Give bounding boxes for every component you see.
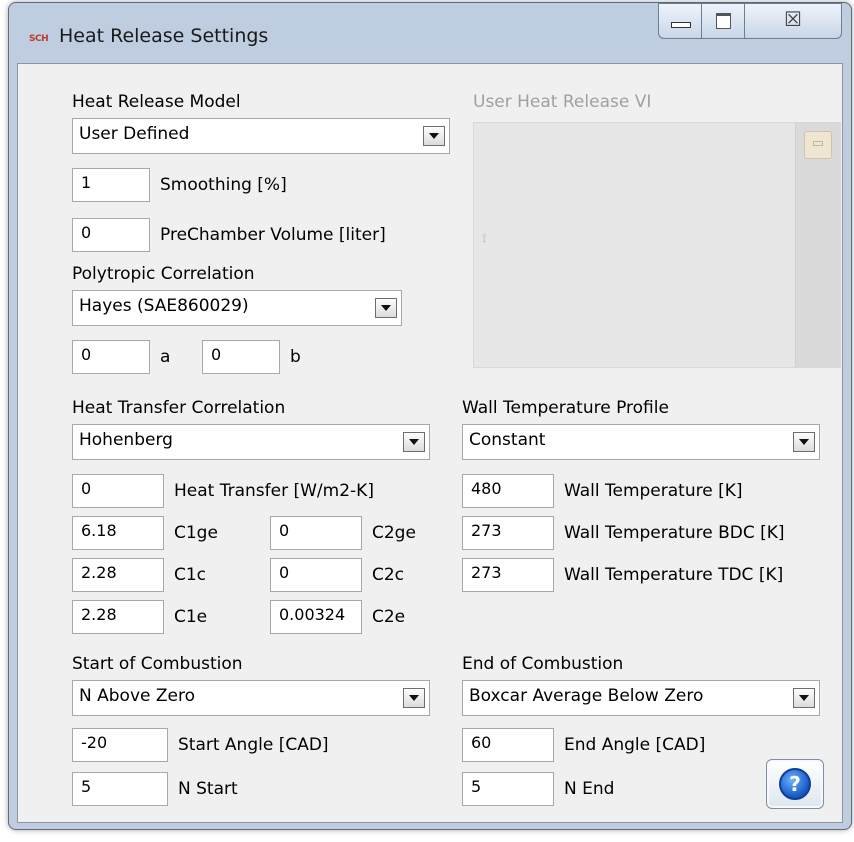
- start-of-combustion-select[interactable]: N Above Zero: [72, 680, 430, 716]
- help-icon: ?: [779, 768, 811, 800]
- chevron-down-icon[interactable]: [423, 126, 445, 146]
- start-of-combustion-value: N Above Zero: [79, 686, 195, 706]
- wall-temperature-profile-select[interactable]: Constant: [462, 424, 820, 460]
- close-button[interactable]: ☒: [745, 3, 842, 39]
- start-angle-input[interactable]: -20: [72, 728, 168, 762]
- start-angle-label: Start Angle [CAD]: [178, 735, 329, 755]
- c1c-input[interactable]: 2.28: [72, 558, 164, 592]
- maximize-button[interactable]: [702, 3, 745, 39]
- heat-release-model-value: User Defined: [79, 124, 190, 144]
- smoothing-label: Smoothing [%]: [160, 175, 287, 195]
- close-icon: ☒: [784, 7, 802, 31]
- polytropic-a-label: a: [160, 347, 171, 367]
- wall-temperature-input[interactable]: 480: [462, 474, 554, 508]
- polytropic-correlation-label: Polytropic Correlation: [72, 264, 255, 284]
- wall-temperature-label: Wall Temperature [K]: [564, 481, 743, 501]
- chevron-down-icon[interactable]: [793, 688, 815, 708]
- n-start-input[interactable]: 5: [72, 772, 168, 806]
- wall-temperature-tdc-label: Wall Temperature TDC [K]: [564, 565, 784, 585]
- chevron-down-icon[interactable]: [403, 688, 425, 708]
- polytropic-b-input[interactable]: 0: [202, 340, 280, 374]
- chevron-down-icon[interactable]: [793, 432, 815, 452]
- app-icon: SCH: [29, 34, 49, 44]
- heat-release-model-label: Heat Release Model: [72, 92, 241, 112]
- chevron-down-icon[interactable]: [375, 298, 397, 318]
- wall-temperature-bdc-input[interactable]: 273: [462, 516, 554, 550]
- settings-panel: Heat Release Model User Defined 1 Smooth…: [17, 63, 843, 823]
- wall-temperature-bdc-label: Wall Temperature BDC [K]: [564, 523, 785, 543]
- end-angle-input[interactable]: 60: [462, 728, 554, 762]
- n-end-input[interactable]: 5: [462, 772, 554, 806]
- folder-browse-icon: ▭: [804, 131, 832, 159]
- c1e-label: C1e: [174, 607, 208, 627]
- c2c-input[interactable]: 0: [270, 558, 362, 592]
- end-of-combustion-value: Boxcar Average Below Zero: [469, 686, 704, 706]
- minimize-icon: [671, 22, 691, 28]
- wall-temperature-profile-value: Constant: [469, 430, 546, 450]
- heat-transfer-correlation-value: Hohenberg: [79, 430, 173, 450]
- c2ge-label: C2ge: [372, 523, 416, 543]
- polytropic-correlation-value: Hayes (SAE860029): [79, 296, 249, 316]
- c2e-input[interactable]: 0.00324: [270, 600, 362, 634]
- heat-release-settings-window: SCH Heat Release Settings ☒ Heat Release…: [8, 2, 852, 830]
- c2ge-input[interactable]: 0: [270, 516, 362, 550]
- c2c-label: C2c: [372, 565, 405, 585]
- vi-browse-column: ▭: [795, 123, 840, 367]
- minimize-button[interactable]: [658, 3, 702, 39]
- smoothing-input[interactable]: 1: [72, 168, 150, 202]
- polytropic-b-label: b: [290, 347, 301, 367]
- start-of-combustion-label: Start of Combustion: [72, 654, 243, 674]
- caption-buttons: ☒: [658, 3, 844, 39]
- window-title: Heat Release Settings: [59, 25, 269, 47]
- wall-temperature-profile-label: Wall Temperature Profile: [462, 398, 669, 418]
- c1ge-label: C1ge: [174, 523, 218, 543]
- heat-transfer-label: Heat Transfer [W/m2-K]: [174, 481, 374, 501]
- end-of-combustion-select[interactable]: Boxcar Average Below Zero: [462, 680, 820, 716]
- chevron-down-icon[interactable]: [403, 432, 425, 452]
- user-heat-release-vi-path: ⟟ ▭: [473, 122, 841, 368]
- user-heat-release-vi-label: User Heat Release VI: [473, 92, 652, 112]
- end-angle-label: End Angle [CAD]: [564, 735, 706, 755]
- c2e-label: C2e: [372, 607, 406, 627]
- heat-transfer-correlation-label: Heat Transfer Correlation: [72, 398, 286, 418]
- title-bar[interactable]: SCH Heat Release Settings ☒: [9, 3, 851, 59]
- polytropic-correlation-select[interactable]: Hayes (SAE860029): [72, 290, 402, 326]
- c1e-input[interactable]: 2.28: [72, 600, 164, 634]
- heat-release-model-select[interactable]: User Defined: [72, 118, 450, 154]
- vi-placeholder-marker: ⟟: [482, 231, 487, 245]
- n-start-label: N Start: [178, 779, 238, 799]
- heat-transfer-correlation-select[interactable]: Hohenberg: [72, 424, 430, 460]
- prechamber-volume-label: PreChamber Volume [liter]: [160, 225, 386, 245]
- polytropic-a-input[interactable]: 0: [72, 340, 150, 374]
- c1c-label: C1c: [174, 565, 207, 585]
- c1ge-input[interactable]: 6.18: [72, 516, 164, 550]
- wall-temperature-tdc-input[interactable]: 273: [462, 558, 554, 592]
- n-end-label: N End: [564, 779, 615, 799]
- prechamber-volume-input[interactable]: 0: [72, 218, 150, 252]
- maximize-icon: [716, 13, 731, 29]
- help-button[interactable]: ?: [766, 759, 824, 809]
- heat-transfer-input[interactable]: 0: [72, 474, 164, 508]
- end-of-combustion-label: End of Combustion: [462, 654, 624, 674]
